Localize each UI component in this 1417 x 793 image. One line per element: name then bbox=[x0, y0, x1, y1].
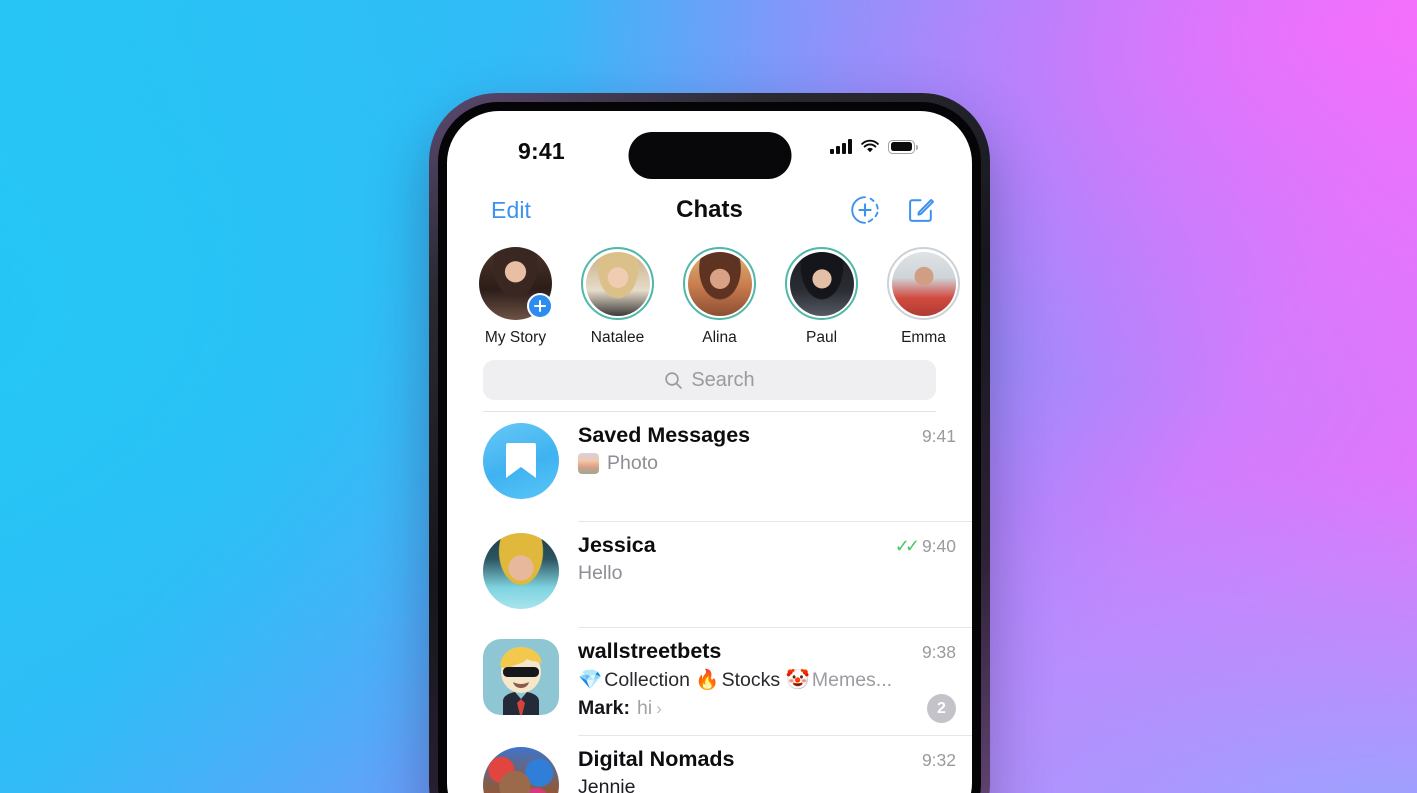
status-bar: 9:41 bbox=[447, 111, 972, 185]
chat-topics: 💎 Collection 🔥 Stocks 🤡 Memes... bbox=[578, 668, 892, 692]
chat-timestamp: 9:41 bbox=[921, 426, 956, 446]
story-label: Emma bbox=[901, 329, 946, 346]
wifi-icon bbox=[861, 139, 879, 153]
story-label: Paul bbox=[805, 329, 838, 346]
edit-button[interactable]: Edit bbox=[491, 197, 531, 224]
fire-emoji-icon: 🔥 bbox=[695, 669, 720, 691]
phone-bezel: 9:41 Edit Chats My Story Natalee Alina P… bbox=[438, 102, 981, 793]
chevron-right-icon: › bbox=[656, 698, 662, 718]
story-item-my-story[interactable]: My Story bbox=[477, 247, 554, 347]
story-avatar-image bbox=[585, 251, 650, 316]
chat-content: wallstreetbets 9:38 💎 Collection 🔥 Stocks … bbox=[578, 639, 972, 736]
cellular-signal-icon bbox=[830, 139, 852, 154]
story-label: Natalee bbox=[590, 329, 645, 346]
avatar bbox=[483, 533, 559, 609]
chat-title: Digital Nomads bbox=[578, 747, 735, 771]
story-label: My Story bbox=[484, 329, 547, 346]
story-item-alina[interactable]: Alina bbox=[681, 247, 758, 347]
unread-badge: 2 bbox=[927, 694, 956, 723]
story-label: Alina bbox=[702, 329, 737, 346]
topic-label: Memes... bbox=[811, 669, 893, 691]
message-sender: Jennie bbox=[578, 776, 636, 793]
story-avatar-image bbox=[789, 251, 854, 316]
chat-preview: Photo bbox=[607, 452, 658, 474]
search-magnifier-icon bbox=[665, 371, 683, 389]
status-bar-time: 9:41 bbox=[518, 138, 565, 164]
story-item-paul[interactable]: Paul bbox=[783, 247, 860, 347]
saved-messages-bookmark-icon bbox=[483, 423, 559, 499]
phone-device-frame: 9:41 Edit Chats My Story Natalee Alina P… bbox=[429, 93, 990, 793]
page-title: Chats bbox=[676, 196, 743, 223]
chat-list-item-saved-messages[interactable]: Saved Messages 9:41 Photo bbox=[447, 412, 972, 522]
compose-pencil-square-icon[interactable] bbox=[906, 195, 936, 225]
chat-list-item-digital-nomads[interactable]: Digital Nomads 9:32 Jennie Waow 2 bbox=[447, 736, 972, 793]
bookmark-glyph bbox=[506, 443, 536, 478]
search-input[interactable]: Search bbox=[483, 360, 936, 400]
avatar bbox=[479, 247, 553, 320]
chat-title: wallstreetbets bbox=[578, 639, 722, 663]
chat-content: Jessica ✓✓ 9:40 Hello bbox=[578, 533, 972, 628]
gem-emoji-icon: 💎 bbox=[578, 669, 603, 691]
chat-title: Jessica bbox=[578, 533, 656, 557]
stories-row[interactable]: My Story Natalee Alina Paul Emma bbox=[447, 241, 972, 351]
avatar bbox=[683, 247, 756, 320]
add-story-circle-plus-icon[interactable] bbox=[850, 195, 880, 225]
clown-emoji-icon: 🤡 bbox=[785, 669, 810, 691]
search-section: Search bbox=[447, 351, 972, 412]
navigation-bar: Edit Chats bbox=[447, 185, 972, 241]
avatar bbox=[483, 747, 559, 793]
chat-preview: Hello bbox=[578, 562, 623, 584]
chat-timestamp: 9:40 bbox=[921, 536, 956, 556]
message-snippet: hi bbox=[637, 697, 653, 719]
navbar-actions bbox=[850, 195, 936, 225]
add-story-plus-icon[interactable] bbox=[527, 293, 553, 319]
avatar bbox=[887, 247, 960, 320]
chat-list[interactable]: Saved Messages 9:41 Photo Jessica ✓✓ 9:4… bbox=[447, 412, 972, 793]
photo-thumbnail-icon bbox=[578, 453, 599, 474]
chat-content: Digital Nomads 9:32 Jennie Waow 2 bbox=[578, 747, 972, 793]
search-placeholder: Search bbox=[691, 368, 755, 391]
story-item-emma[interactable]: Emma bbox=[885, 247, 962, 347]
wallstreetbets-avatar-glyph bbox=[500, 647, 542, 715]
story-item-natalee[interactable]: Natalee bbox=[579, 247, 656, 347]
topic-label: Collection bbox=[604, 669, 690, 691]
chat-title: Saved Messages bbox=[578, 423, 751, 447]
avatar bbox=[785, 247, 858, 320]
dynamic-island bbox=[628, 132, 791, 179]
battery-icon bbox=[888, 139, 918, 154]
chat-timestamp: 9:32 bbox=[921, 750, 956, 770]
chat-content: Saved Messages 9:41 Photo bbox=[578, 423, 972, 522]
status-bar-indicators bbox=[830, 139, 918, 154]
message-sender: Mark: bbox=[578, 697, 631, 719]
chat-list-item-wallstreetbets[interactable]: wallstreetbets 9:38 💎 Collection 🔥 Stocks … bbox=[447, 628, 972, 736]
read-receipt-double-check-icon: ✓✓ bbox=[894, 536, 920, 556]
topic-label: Stocks bbox=[721, 669, 781, 691]
story-avatar-image bbox=[687, 251, 752, 316]
phone-screen: 9:41 Edit Chats My Story Natalee Alina P… bbox=[447, 111, 972, 793]
avatar bbox=[581, 247, 654, 320]
avatar bbox=[483, 639, 559, 715]
story-avatar-image bbox=[891, 251, 956, 316]
chat-timestamp: 9:38 bbox=[921, 642, 956, 662]
chat-list-item-jessica[interactable]: Jessica ✓✓ 9:40 Hello bbox=[447, 522, 972, 628]
